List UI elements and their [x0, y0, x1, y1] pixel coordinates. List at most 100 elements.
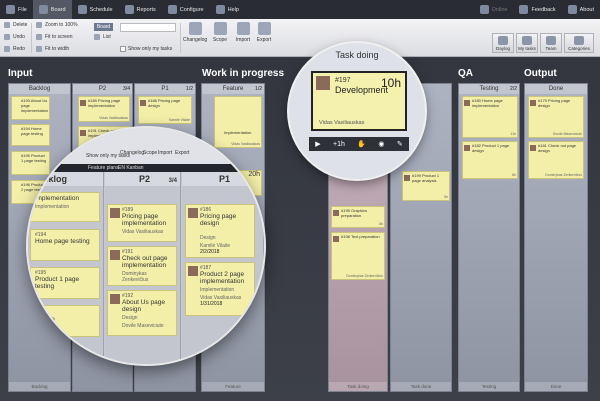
task-card[interactable]: #186 Pricing page design Design Kamile Vila…	[185, 204, 255, 258]
task-card[interactable]: #180 Home page implementation 11h	[462, 96, 518, 138]
configure-icon	[167, 5, 177, 14]
undo-icon	[4, 34, 10, 40]
zoom-icon	[36, 22, 42, 28]
column-title: P2	[138, 174, 150, 184]
hand-icon[interactable]: ✋	[357, 140, 366, 148]
board-view-toggle[interactable]: Board	[94, 23, 113, 31]
fit-screen-button[interactable]: Fit to screen	[36, 34, 73, 40]
undo-button[interactable]: Undo	[4, 34, 25, 40]
fit-width-button[interactable]: Fit to width	[36, 46, 69, 52]
card-action-bar: ▶ +1h ✋ ◉ ✎	[309, 137, 409, 151]
play-icon[interactable]: ▶	[315, 140, 320, 148]
task-card[interactable]: #182 Product 1 page design 8h	[462, 141, 518, 179]
task-card[interactable]: #194 Home page testing	[30, 229, 100, 261]
column-footer: Task doing	[329, 382, 387, 391]
column-title: P1	[218, 174, 230, 184]
edit-icon[interactable]: ✎	[397, 140, 403, 148]
tab-feature-plans[interactable]: Feature plans	[88, 164, 119, 172]
task-card[interactable]: 2 page	[30, 305, 100, 337]
about-button[interactable]: About	[562, 0, 600, 19]
task-card[interactable]: #189 Pricing page implementation Vidas Vas…	[107, 204, 177, 242]
menu-board[interactable]: Board	[32, 0, 72, 19]
column-title: P1	[161, 86, 169, 92]
list-view-button[interactable]: List	[94, 34, 111, 40]
task-card[interactable]: #189 Pricing page implementation Vidas Va…	[78, 96, 130, 122]
about-icon	[567, 5, 577, 14]
scope-button[interactable]: Scope	[208, 22, 232, 43]
task-card[interactable]: implementation Implementation	[30, 192, 100, 222]
my-tasks-button[interactable]: My tasks	[516, 33, 538, 53]
show-my-tasks-checkbox[interactable]: Show only my tasks	[120, 46, 172, 52]
group-title-wip: Work in progress	[202, 68, 285, 79]
task-card[interactable]: #195 Product 1 page testing	[30, 267, 100, 299]
import-icon	[236, 22, 250, 35]
column-footer: Feature	[202, 382, 264, 391]
wip-limit: 2/2	[510, 86, 517, 92]
zoom-100-button[interactable]: Zoom to 100%	[36, 22, 78, 28]
export-icon	[257, 22, 271, 35]
menu-help[interactable]: Help	[210, 0, 245, 19]
task-card[interactable]: #192 About Us page design Design Dovile Mas…	[107, 290, 177, 336]
task-card[interactable]: #199 Product 1 page analysis 5h	[402, 171, 450, 201]
my-tasks-icon	[522, 36, 532, 45]
wip-limit: 3/4	[168, 178, 177, 184]
delete-icon	[4, 22, 10, 28]
avatar	[316, 76, 330, 90]
task-card[interactable]: #198 Text preparation Dominykas Zenkeviči…	[331, 232, 385, 280]
online-status: Online	[474, 0, 514, 19]
changelog-button[interactable]: Changelog	[120, 150, 144, 156]
avatar	[333, 236, 339, 242]
help-icon	[215, 5, 225, 14]
column-title: Testing	[479, 86, 499, 92]
scope-button[interactable]: Scope	[143, 150, 157, 156]
column-footer: Done	[525, 382, 587, 391]
changelog-icon	[188, 22, 202, 35]
avatar	[530, 145, 536, 151]
team-button[interactable]: Team	[540, 33, 562, 53]
avatar	[530, 100, 536, 106]
task-card[interactable]: #195 Graphics preparation 8h	[331, 206, 385, 228]
column-title: Backlog	[28, 172, 103, 186]
task-card[interactable]: #181 Check out page design Dominykas Zenk…	[528, 141, 584, 179]
feedback-button[interactable]: Feedback	[513, 0, 561, 19]
list-icon	[94, 34, 100, 40]
changelog-button[interactable]: Changelog	[183, 22, 207, 43]
group-title-output: Output	[524, 68, 557, 79]
task-card[interactable]: #191 Check out page implementation Dominyk…	[107, 246, 177, 286]
group-title-input: Input	[8, 68, 33, 79]
team-icon	[546, 36, 556, 45]
avatar	[140, 100, 146, 106]
schedule-icon	[77, 5, 87, 14]
tab-kanban[interactable]: EN Kanban	[118, 164, 144, 172]
column-title: Backlog	[28, 86, 51, 92]
selected-task-card[interactable]: #197 Development 10h Vidas Vasiliauskas	[311, 71, 407, 131]
column-footer: Testing	[459, 382, 519, 391]
task-card[interactable]: #187 Product 2 page implementation Impleme…	[185, 262, 255, 316]
task-card[interactable]: #179 Pricing page design Dovile Maseviciu…	[528, 96, 584, 138]
menu-schedule[interactable]: Schedule	[72, 0, 119, 19]
daylog-button[interactable]: Daylog	[492, 33, 514, 53]
redo-button[interactable]: Redo	[4, 46, 25, 52]
export-button[interactable]: Export	[252, 22, 276, 43]
eye-icon[interactable]: ◉	[378, 140, 384, 148]
checkbox-box	[120, 46, 126, 52]
add-hour-button[interactable]: +1h	[333, 141, 345, 148]
menu-file[interactable]: File	[0, 0, 33, 19]
avatar	[404, 175, 410, 181]
categories-icon	[574, 36, 584, 45]
column-footer: Task done	[391, 382, 451, 391]
magnifier-lens: Show only my tasks Changelog Scope Impor…	[28, 128, 264, 364]
task-card[interactable]: #186 Pricing page design Kamile Vilaite	[138, 96, 192, 124]
column-footer: Backlog	[9, 382, 70, 391]
menu-reports[interactable]: Reports	[119, 0, 162, 19]
menu-configure[interactable]: Configure	[162, 0, 210, 19]
task-card[interactable]: #193 About Us page implementation	[11, 96, 50, 120]
wip-limit: 4/3	[402, 52, 415, 62]
export-button[interactable]: Export	[175, 150, 189, 156]
categories-button[interactable]: Categories	[564, 33, 594, 53]
avatar	[333, 210, 339, 216]
reports-icon	[124, 5, 134, 14]
search-input[interactable]	[120, 23, 176, 32]
delete-button[interactable]: Delete	[4, 22, 27, 28]
import-button[interactable]: Import	[158, 150, 172, 156]
